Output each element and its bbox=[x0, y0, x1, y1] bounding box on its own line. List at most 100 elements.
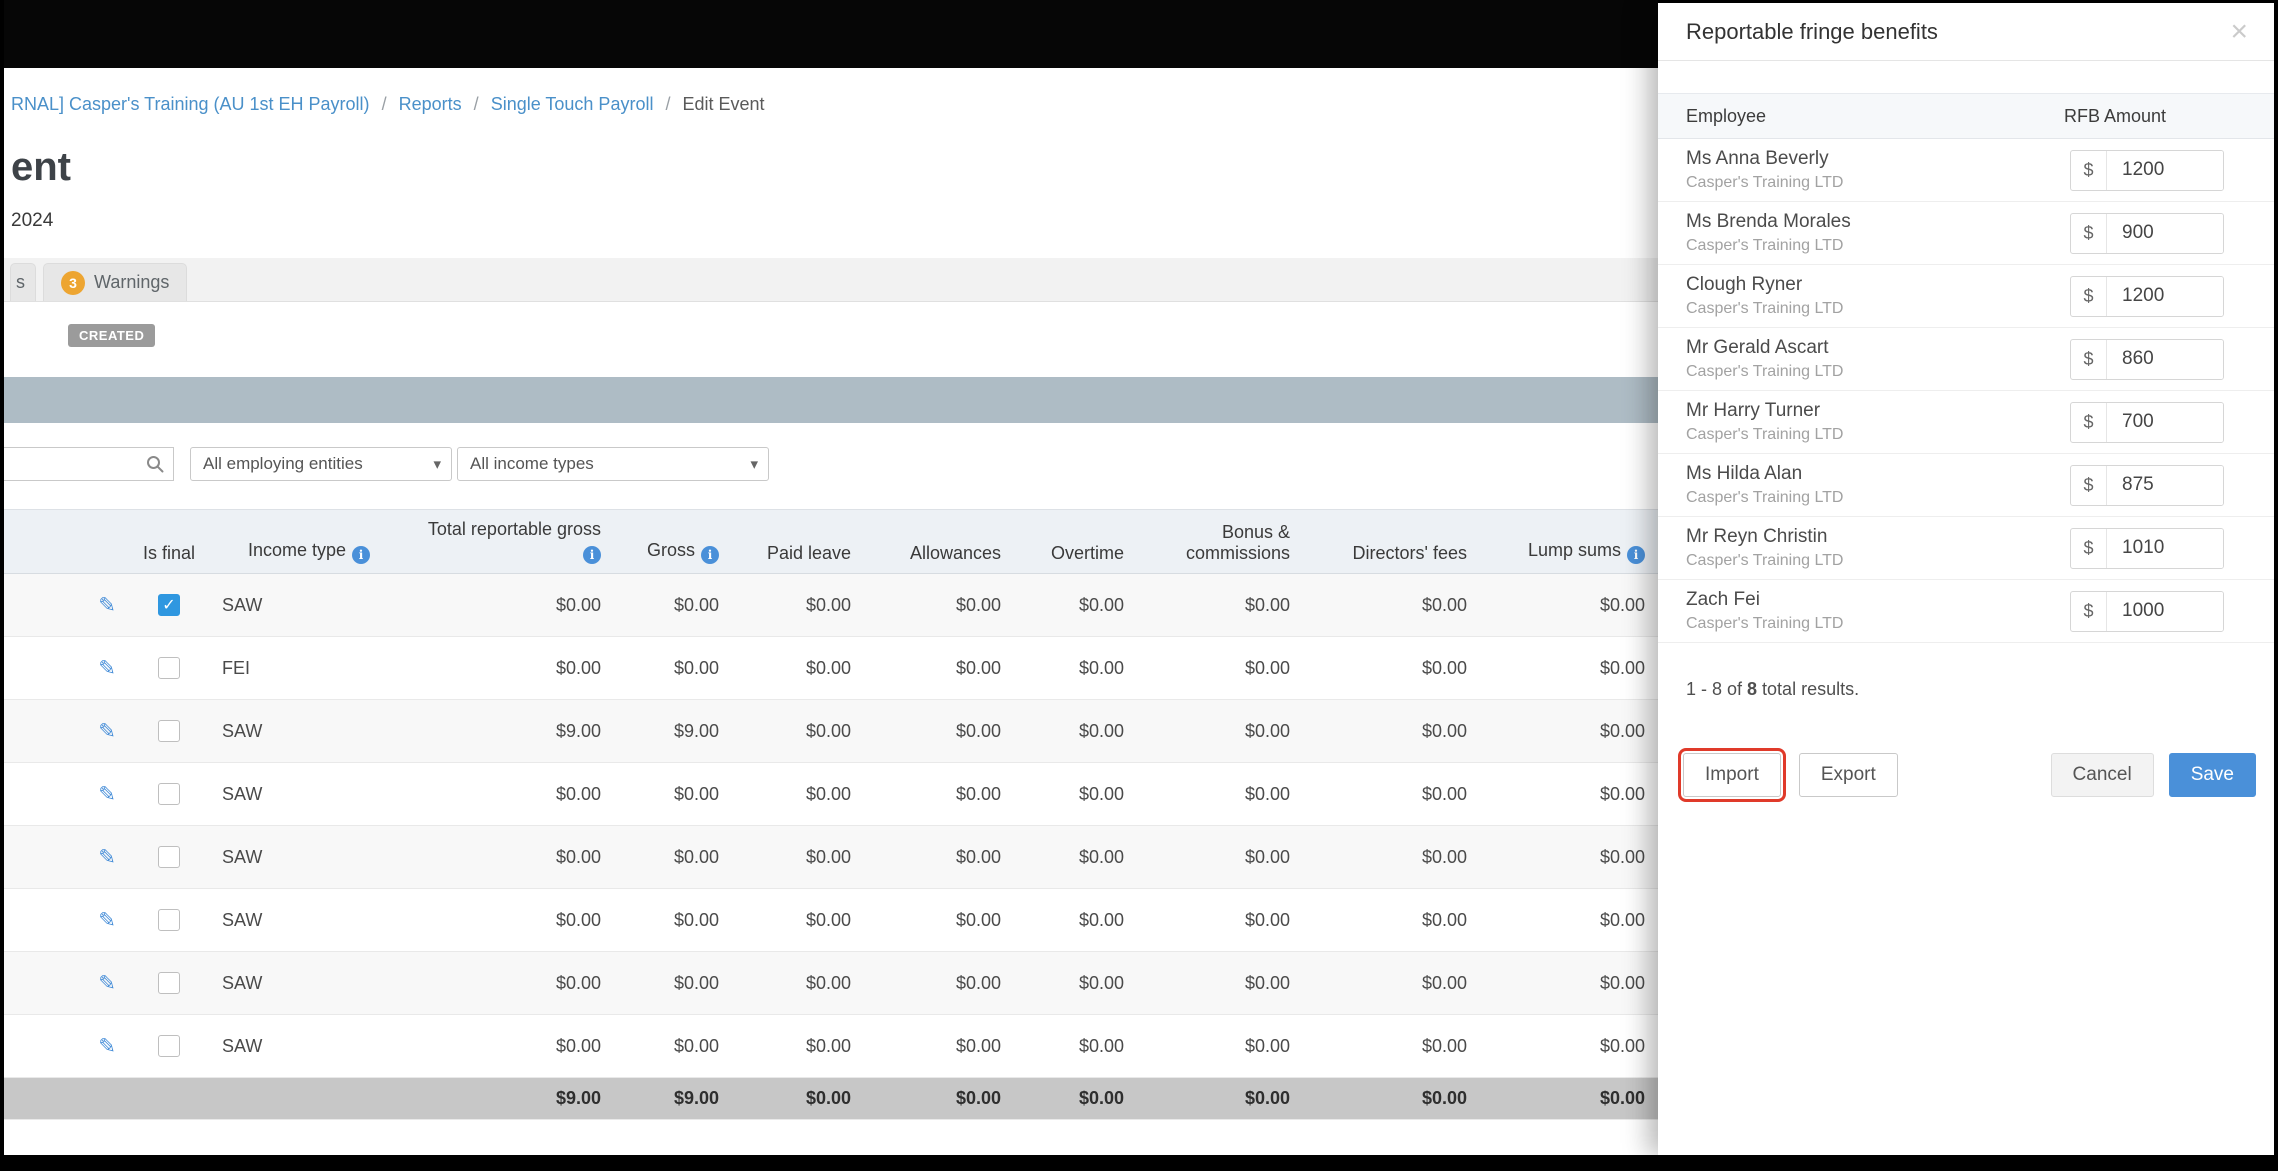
cell-bonus-commissions: $0.00 bbox=[1137, 636, 1303, 700]
employee-name: Mr Reyn Christin bbox=[1686, 526, 1828, 547]
col-header-income-type: Income type bbox=[209, 509, 409, 574]
income-types-dropdown[interactable]: All income types bbox=[457, 447, 769, 481]
edit-pencil-icon[interactable] bbox=[98, 1037, 116, 1057]
col-header-label: Directors' fees bbox=[1352, 543, 1467, 563]
employing-entities-dropdown[interactable]: All employing entities bbox=[190, 447, 452, 481]
cancel-button[interactable]: Cancel bbox=[2050, 753, 2154, 797]
rfb-amount-input[interactable] bbox=[2107, 591, 2223, 631]
col-header-label: Allowances bbox=[909, 543, 1001, 563]
currency-prefix: $ bbox=[2071, 528, 2107, 568]
cell-overtime: $0.00 bbox=[1014, 888, 1137, 952]
import-button[interactable]: Import bbox=[1683, 753, 1781, 797]
chevron-down-icon bbox=[433, 454, 441, 474]
income-type-cell: SAW bbox=[209, 573, 409, 637]
edit-pencil-icon[interactable] bbox=[98, 785, 116, 805]
cell-bonus-commissions: $0.00 bbox=[1137, 888, 1303, 952]
page-date: 2024 bbox=[11, 210, 54, 231]
page-title: ent bbox=[11, 145, 71, 189]
cell-total-reportable-gross: $0.00 bbox=[409, 573, 614, 637]
rfb-amount-input[interactable] bbox=[2107, 150, 2223, 190]
col-header-label: Is final bbox=[142, 543, 196, 563]
save-button[interactable]: Save bbox=[2168, 753, 2256, 797]
breadcrumb-link-reports[interactable]: Reports bbox=[399, 94, 462, 114]
is-final-checkbox[interactable] bbox=[158, 783, 180, 806]
col-header-rfb-amount: RFB Amount bbox=[2064, 105, 2167, 126]
status-badge: CREATED bbox=[68, 324, 156, 347]
rfb-amount-input[interactable] bbox=[2107, 276, 2223, 316]
cell-gross: $0.00 bbox=[614, 1014, 732, 1078]
is-final-checkbox[interactable] bbox=[158, 720, 180, 743]
edit-pencil-icon[interactable] bbox=[98, 596, 116, 616]
search-input[interactable] bbox=[4, 448, 143, 480]
cell-directors-fees: $0.00 bbox=[1303, 762, 1480, 826]
rfb-amount-group: $ bbox=[2070, 527, 2224, 569]
tab-warnings[interactable]: 3 Warnings bbox=[43, 263, 188, 301]
rfb-amount-group: $ bbox=[2070, 590, 2224, 632]
info-icon[interactable] bbox=[352, 546, 371, 564]
col-header-is-final: Is final bbox=[129, 509, 209, 574]
reportable-fringe-benefits-modal: Reportable fringe benefits Employee RFB … bbox=[1658, 3, 2274, 1155]
edit-pencil-icon[interactable] bbox=[98, 911, 116, 931]
cell-paid-leave: $0.00 bbox=[732, 1014, 864, 1078]
cell-paid-leave: $0.00 bbox=[732, 636, 864, 700]
tab-partial[interactable]: s bbox=[10, 263, 36, 301]
edit-pencil-icon[interactable] bbox=[98, 974, 116, 994]
edit-pencil-icon[interactable] bbox=[98, 722, 116, 742]
edit-pencil-icon[interactable] bbox=[98, 659, 116, 679]
cell-allowances: $0.00 bbox=[864, 825, 1014, 889]
is-final-checkbox[interactable] bbox=[158, 594, 180, 617]
is-final-checkbox[interactable] bbox=[158, 972, 180, 995]
total-paid-leave: $0.00 bbox=[732, 1077, 864, 1120]
cell-overtime: $0.00 bbox=[1014, 636, 1137, 700]
rfb-amount-input[interactable] bbox=[2107, 528, 2223, 568]
breadcrumb-link-single-touch-payroll[interactable]: Single Touch Payroll bbox=[491, 94, 654, 114]
income-type-cell: SAW bbox=[209, 1014, 409, 1078]
cell-paid-leave: $0.00 bbox=[732, 951, 864, 1015]
payroll-app-page: RNAL] Casper's Training (AU 1st EH Payro… bbox=[4, 0, 1658, 1155]
cell-gross: $0.00 bbox=[614, 636, 732, 700]
cell-allowances: $0.00 bbox=[864, 699, 1014, 763]
income-type-cell: SAW bbox=[209, 825, 409, 889]
col-header-overtime: Overtime bbox=[1014, 509, 1137, 574]
breadcrumb-current-edit-event: Edit Event bbox=[682, 94, 765, 114]
is-final-checkbox[interactable] bbox=[158, 909, 180, 932]
export-button[interactable]: Export bbox=[1798, 753, 1898, 797]
rfb-amount-group: $ bbox=[2070, 149, 2224, 191]
rfb-amount-input[interactable] bbox=[2107, 465, 2223, 505]
employee-name: Ms Brenda Morales bbox=[1686, 211, 1851, 232]
rfb-amount-input[interactable] bbox=[2107, 213, 2223, 253]
cell-lump-sums: $0.00 bbox=[1480, 825, 1658, 889]
col-header-label: Overtime bbox=[1050, 543, 1124, 563]
close-icon[interactable] bbox=[2230, 17, 2248, 47]
cell-total-reportable-gross: $0.00 bbox=[409, 1014, 614, 1078]
cell-gross: $0.00 bbox=[614, 825, 732, 889]
currency-prefix: $ bbox=[2071, 339, 2107, 379]
modal-title: Reportable fringe benefits bbox=[1686, 18, 1938, 44]
col-header-directors-fees: Directors' fees bbox=[1303, 509, 1480, 574]
cell-overtime: $0.00 bbox=[1014, 825, 1137, 889]
total-overtime: $0.00 bbox=[1014, 1077, 1137, 1120]
cell-allowances: $0.00 bbox=[864, 762, 1014, 826]
employee-company: Casper's Training LTD bbox=[1686, 615, 1844, 632]
cell-gross: $0.00 bbox=[614, 762, 732, 826]
info-icon[interactable] bbox=[701, 546, 719, 564]
cell-bonus-commissions: $0.00 bbox=[1137, 573, 1303, 637]
rfb-amount-input[interactable] bbox=[2107, 402, 2223, 442]
rfb-amount-group: $ bbox=[2070, 401, 2224, 443]
breadcrumb-separator: / bbox=[665, 94, 671, 114]
rfb-amount-input[interactable] bbox=[2107, 339, 2223, 379]
edit-pencil-icon[interactable] bbox=[98, 848, 116, 868]
cell-total-reportable-gross: $9.00 bbox=[409, 699, 614, 763]
breadcrumb-link-organisation[interactable]: RNAL] Casper's Training (AU 1st EH Payro… bbox=[11, 94, 370, 114]
search-icon[interactable] bbox=[143, 454, 173, 474]
cell-overtime: $0.00 bbox=[1014, 951, 1137, 1015]
cell-directors-fees: $0.00 bbox=[1303, 573, 1480, 637]
cell-paid-leave: $0.00 bbox=[732, 888, 864, 952]
info-icon[interactable] bbox=[583, 546, 601, 564]
info-icon[interactable] bbox=[1627, 546, 1645, 564]
is-final-checkbox[interactable] bbox=[158, 846, 180, 869]
is-final-checkbox[interactable] bbox=[158, 1035, 180, 1058]
results-prefix: 1 - 8 of bbox=[1686, 679, 1748, 699]
total-total-reportable-gross: $9.00 bbox=[409, 1077, 614, 1120]
is-final-checkbox[interactable] bbox=[158, 657, 180, 680]
